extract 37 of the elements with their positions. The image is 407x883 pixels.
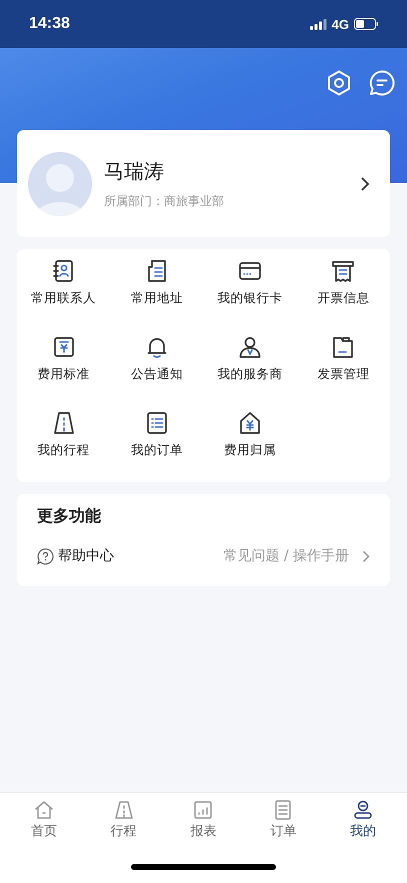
message-icon[interactable] [369,70,395,96]
service-item[interactable]: 我的银行卡 [204,258,297,322]
service-item[interactable]: 我的行程 [17,410,110,474]
service-item[interactable]: 我的服务商 [204,334,297,398]
service-item[interactable]: 开票信息 [296,258,390,322]
service-item[interactable]: 公告通知 [110,334,204,398]
service-item[interactable]: 常用联系人 [17,258,110,322]
signal-icon [310,18,327,30]
settings-icon[interactable] [325,69,353,97]
receipt-icon [330,258,356,284]
chevron-icon [362,550,370,562]
bar-chart-icon [192,799,214,821]
tab[interactable]: 行程 [94,799,154,847]
department-text: 所属部门：商旅事业部 [104,192,225,210]
service-item[interactable]: 费用归属 [204,410,297,474]
battery-icon [354,18,379,30]
service-item[interactable]: 费用标准 [17,334,110,398]
help-icon [37,548,54,564]
network-label: 4G [332,16,349,32]
road-icon [112,799,135,821]
profile-card[interactable]: 马瑞涛 所属部门：商旅事业部 [17,130,390,237]
service-item[interactable]: 发票管理 [296,334,390,398]
home-icon [32,799,55,821]
tab[interactable]: 首页 [14,799,74,847]
status-time: 14:38 [29,15,70,33]
tab[interactable]: 报表 [173,799,234,847]
user-name: 马瑞涛 [104,158,165,184]
person-icon [237,334,264,360]
tab[interactable]: 我的 [333,799,394,847]
person-icon [352,799,374,821]
chevron-icon [360,176,370,192]
section-title: 更多功能 [37,506,102,527]
help-center-row[interactable]: 帮助中心 常见问题 / 操作手册 [37,547,370,565]
service-item[interactable]: 常用地址 [110,258,204,322]
avatar-icon [28,152,92,216]
tab[interactable]: 订单 [253,799,314,847]
service-item[interactable]: 我的订单 [110,410,204,474]
